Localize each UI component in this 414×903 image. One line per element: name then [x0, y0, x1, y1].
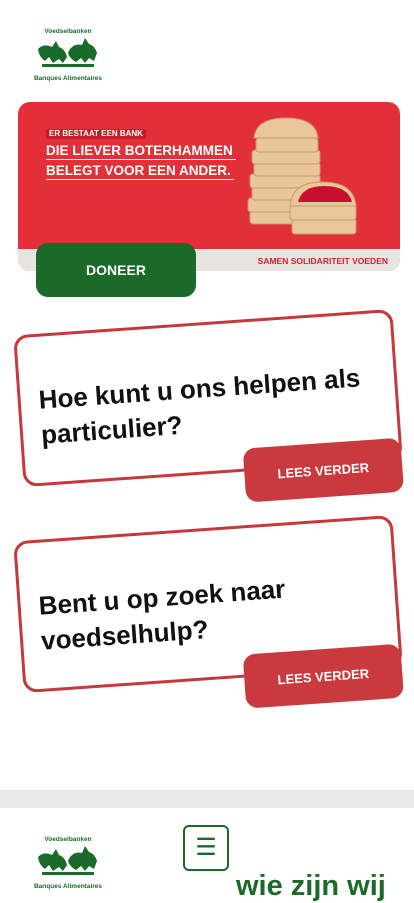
section-heading: wie zijn wij — [236, 870, 386, 902]
menu-button[interactable]: ☰ — [183, 825, 229, 871]
logo-animals-icon — [38, 846, 97, 875]
card-food-aid: Bent u op zoek naar voedselhulp? LEES VE… — [13, 514, 405, 709]
card-question: Bent u op zoek naar voedselhulp? — [37, 573, 287, 656]
logo-top-text: Voedselbanken — [44, 836, 92, 843]
read-more-button[interactable]: LEES VERDER — [242, 437, 405, 503]
hero-line-1: ER BESTAAT EEN BANK — [46, 129, 146, 139]
donate-button[interactable]: DONEER — [36, 243, 196, 297]
hero-line-2: DIE LIEVER BOTERHAMMEN — [46, 144, 236, 160]
card-help-private: Hoe kunt u ons helpen als particulier? L… — [13, 308, 405, 503]
bread-stack-image — [247, 117, 357, 235]
hero-slogan: SAMEN SOLIDARITEIT VOEDEN — [257, 256, 388, 266]
logo[interactable]: Voedselbanken Banques Alimentaires — [30, 28, 106, 82]
hero-line-3: BELEGT VOOR EEN ANDER. — [46, 164, 234, 180]
read-more-button[interactable]: LEES VERDER — [242, 643, 405, 709]
card-question: Hoe kunt u ons helpen als particulier? — [37, 362, 362, 450]
logo-top-text: Voedselbanken — [44, 28, 92, 35]
logo-animals-icon — [38, 38, 97, 67]
hamburger-icon: ☰ — [195, 834, 217, 861]
logo-bottom-text: Banques Alimentaires — [33, 883, 103, 890]
footer-logo[interactable]: Voedselbanken Banques Alimentaires — [30, 836, 106, 890]
section-divider — [0, 790, 414, 808]
logo-bottom-text: Banques Alimentaires — [33, 75, 103, 82]
